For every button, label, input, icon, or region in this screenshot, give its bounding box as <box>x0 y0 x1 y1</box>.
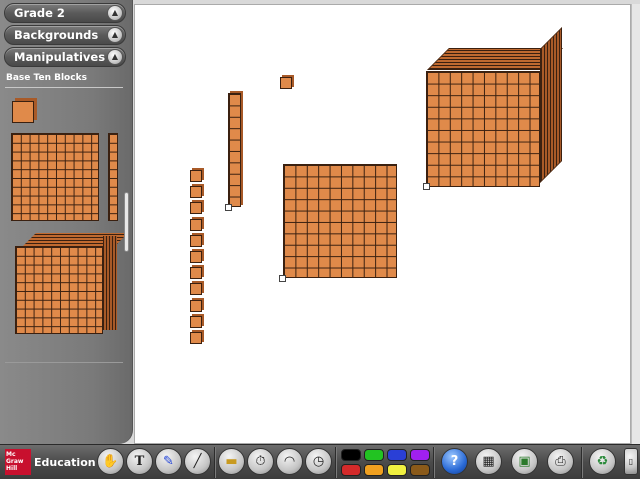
manipulatives-sidebar: Grade 2 ▲ Backgrounds ▲ Manipulatives ▲ … <box>0 0 133 444</box>
hand-tool-button[interactable]: ✋ <box>97 448 124 475</box>
help-icon: ? <box>450 454 459 469</box>
timer-tool-button[interactable]: ⏱ <box>247 448 274 475</box>
backgrounds-menu-button[interactable]: Backgrounds ▲ <box>4 25 126 45</box>
unit-block[interactable] <box>190 186 202 199</box>
color-swatch[interactable] <box>364 449 384 461</box>
pen-icon: ✎ <box>163 454 174 469</box>
fullscreen-button[interactable]: ▯ <box>624 448 638 475</box>
line-tool-button[interactable]: ╱ <box>184 448 211 475</box>
unit-block[interactable] <box>190 202 202 215</box>
line-icon: ╱ <box>193 454 202 469</box>
help-button[interactable]: ? <box>441 448 468 475</box>
toolbar-separator <box>214 447 216 478</box>
toolbar-separator <box>581 447 583 478</box>
caret-up-icon: ▲ <box>107 5 123 21</box>
flat-block[interactable] <box>283 164 397 278</box>
grade-menu-label: Grade 2 <box>14 6 65 20</box>
fullscreen-icon: ▯ <box>628 457 634 466</box>
color-swatch[interactable] <box>410 449 430 461</box>
toolbar-separator <box>335 447 337 478</box>
sidebar-scrollbar[interactable] <box>124 192 129 252</box>
color-swatch[interactable] <box>410 464 430 476</box>
color-swatch[interactable] <box>341 449 361 461</box>
unit-block[interactable] <box>190 267 202 280</box>
text-tool-button[interactable]: T <box>126 448 153 475</box>
color-swatch[interactable] <box>341 464 361 476</box>
bottom-toolbar: Mc Graw Hill Education ✋ T ✎ ╱ ▬ ⏱ ◠ ◷ ?… <box>0 444 640 479</box>
palette-thousand-cube[interactable] <box>15 246 103 334</box>
toolbar-separator <box>433 447 435 478</box>
thousand-cube-side <box>540 27 562 183</box>
print-button[interactable]: ⎙ <box>547 448 574 475</box>
calendar-icon: ▦ <box>482 454 495 469</box>
color-swatch[interactable] <box>387 449 407 461</box>
caret-up-icon: ▲ <box>107 49 123 65</box>
thousand-cube-block[interactable] <box>426 71 540 187</box>
unit-block[interactable] <box>280 77 292 89</box>
unit-block[interactable] <box>190 299 202 312</box>
palette-rod[interactable] <box>108 133 118 221</box>
sidebar-divider <box>5 362 123 363</box>
backgrounds-menu-label: Backgrounds <box>14 28 99 42</box>
trash-icon: ♻ <box>596 454 609 469</box>
manipulatives-menu-button[interactable]: Manipulatives ▲ <box>4 47 126 67</box>
section-label: Base Ten Blocks <box>6 73 87 83</box>
brand-logo-text: Mc Graw Hill <box>6 451 24 472</box>
print-icon: ⎙ <box>555 454 566 469</box>
timer-icon: ⏱ <box>255 454 266 469</box>
resize-handle[interactable] <box>423 183 430 190</box>
grade-menu-button[interactable]: Grade 2 ▲ <box>4 3 126 23</box>
color-swatch[interactable] <box>364 464 384 476</box>
palette-flat[interactable] <box>11 133 99 221</box>
canvas-scrollbar[interactable] <box>631 4 640 444</box>
unit-block[interactable] <box>190 315 202 328</box>
mcgraw-hill-logo: Mc Graw Hill <box>5 449 31 475</box>
text-icon: T <box>134 454 145 469</box>
caret-up-icon: ▲ <box>107 27 123 43</box>
palette-unit-cube[interactable] <box>12 101 34 123</box>
resize-handle[interactable] <box>225 204 232 211</box>
ruler-icon: ▬ <box>225 454 238 469</box>
unit-block[interactable] <box>190 332 202 344</box>
resize-handle[interactable] <box>279 275 286 282</box>
trash-button[interactable]: ♻ <box>589 448 616 475</box>
workspace-canvas[interactable] <box>134 4 631 444</box>
brand-text: Education <box>34 456 96 469</box>
manipulatives-menu-label: Manipulatives <box>14 50 106 64</box>
unit-block[interactable] <box>190 170 202 182</box>
calendar-button[interactable]: ▦ <box>475 448 502 475</box>
gallery-button[interactable]: ▣ <box>511 448 538 475</box>
protractor-tool-button[interactable]: ◠ <box>276 448 303 475</box>
unit-block[interactable] <box>190 251 202 263</box>
color-swatch[interactable] <box>387 464 407 476</box>
unit-block[interactable] <box>190 234 202 247</box>
unit-block[interactable] <box>190 283 202 296</box>
rod-block[interactable] <box>228 93 241 207</box>
protractor-icon: ◠ <box>283 454 296 469</box>
pen-tool-button[interactable]: ✎ <box>155 448 182 475</box>
clock-tool-button[interactable]: ◷ <box>305 448 332 475</box>
palette-thousand-side <box>103 236 117 330</box>
unit-block[interactable] <box>190 218 202 231</box>
ruler-tool-button[interactable]: ▬ <box>218 448 245 475</box>
gallery-icon: ▣ <box>518 454 531 469</box>
clock-icon: ◷ <box>312 454 325 469</box>
hand-icon: ✋ <box>102 454 119 469</box>
section-divider <box>5 87 123 88</box>
